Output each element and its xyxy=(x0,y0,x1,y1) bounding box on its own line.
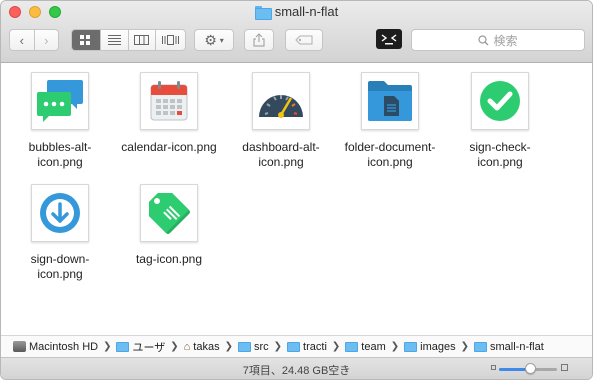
window-title: small-n-flat xyxy=(1,4,592,20)
file-name: sign-down- icon.png xyxy=(30,252,90,281)
window-title-text: small-n-flat xyxy=(274,4,339,19)
cover-flow-view-button[interactable] xyxy=(156,30,185,50)
folder-icon xyxy=(287,341,301,352)
folder-icon xyxy=(254,5,272,20)
file-name: dashboard-alt- icon.png xyxy=(242,140,320,169)
forward-button[interactable]: › xyxy=(35,30,59,50)
status-bar: 7項目、24.48 GB空き xyxy=(1,357,592,379)
file-item[interactable]: sign-check- icon.png xyxy=(444,72,556,170)
down-arrow-circle-icon xyxy=(40,193,80,233)
chevron-right-icon: › xyxy=(44,32,49,48)
path-item[interactable]: ユーザ xyxy=(116,339,165,355)
chevron-down-icon: ▾ xyxy=(219,35,224,45)
icon-size-slider[interactable] xyxy=(491,363,568,374)
path-item[interactable]: images xyxy=(404,341,456,353)
chevron-right-icon: ❯ xyxy=(273,341,283,352)
chevron-right-icon: ❯ xyxy=(103,341,112,352)
view-mode-control xyxy=(71,29,186,51)
chevron-right-icon: ❯ xyxy=(390,341,400,352)
folder-document-icon xyxy=(368,81,412,121)
cover-flow-icon xyxy=(162,35,180,45)
column-view-button[interactable] xyxy=(129,30,157,50)
tags-button[interactable] xyxy=(285,29,323,51)
file-name: bubbles-alt- icon.png xyxy=(28,140,92,169)
file-item[interactable]: folder-document- icon.png xyxy=(334,72,446,170)
large-icon-size-icon xyxy=(561,364,568,371)
nav-buttons: ‹ › xyxy=(9,29,59,51)
finder-window: small-n-flat ‹ › ⚙ ▾ 検索 bubbles-alt- ico… xyxy=(0,0,593,380)
slider-knob[interactable] xyxy=(525,363,537,374)
path-item[interactable]: src xyxy=(237,341,269,353)
share-button[interactable] xyxy=(244,29,274,51)
folder-icon xyxy=(404,341,418,352)
search-placeholder: 検索 xyxy=(493,33,518,48)
chevron-right-icon: ❯ xyxy=(331,341,341,352)
folder-icon xyxy=(345,341,359,352)
chevron-right-icon: ❯ xyxy=(170,341,179,352)
columns-icon xyxy=(134,35,150,45)
path-item[interactable]: ⌂ takas xyxy=(184,341,220,353)
search-field[interactable]: 検索 xyxy=(411,29,585,51)
folder-icon xyxy=(237,341,251,352)
file-thumbnail xyxy=(140,184,198,242)
file-item[interactable]: sign-down- icon.png xyxy=(4,184,116,282)
file-thumbnail xyxy=(471,72,529,130)
file-item[interactable]: calendar-icon.png xyxy=(113,72,225,155)
path-item[interactable]: small-n-flat xyxy=(474,341,544,353)
calendar-icon xyxy=(150,81,188,121)
tag-icon xyxy=(149,193,190,234)
chat-bubbles-icon xyxy=(37,80,83,122)
file-thumbnail xyxy=(140,72,198,130)
check-circle-icon xyxy=(480,81,520,121)
tag-outline-icon xyxy=(295,35,313,45)
share-icon xyxy=(253,33,265,47)
grid-icon xyxy=(80,34,91,45)
list-view-button[interactable] xyxy=(101,30,129,50)
chevron-right-icon: ❯ xyxy=(460,341,469,352)
list-icon xyxy=(107,35,121,45)
file-thumbnail xyxy=(361,72,419,130)
file-name: folder-document- icon.png xyxy=(344,140,436,169)
status-text: 7項目、24.48 GB空き xyxy=(242,364,351,377)
back-button[interactable]: ‹ xyxy=(10,30,35,50)
action-menu-button[interactable]: ⚙ ▾ xyxy=(194,29,234,51)
file-grid: bubbles-alt- icon.png calendar-icon.png … xyxy=(1,64,592,334)
file-thumbnail xyxy=(31,72,89,130)
file-name: sign-check- icon.png xyxy=(469,140,531,169)
folder-icon xyxy=(116,341,130,352)
icon-view-button[interactable] xyxy=(72,30,101,50)
folder-icon xyxy=(474,341,487,352)
path-item[interactable]: tracti xyxy=(287,341,327,353)
file-thumbnail xyxy=(31,184,89,242)
file-item[interactable]: dashboard-alt- icon.png xyxy=(225,72,337,170)
file-item[interactable]: bubbles-alt- icon.png xyxy=(4,72,116,170)
chevron-right-icon: ❯ xyxy=(224,341,233,352)
file-item[interactable]: tag-icon.png xyxy=(113,184,225,267)
hard-drive-icon xyxy=(13,341,26,352)
terminal-icon xyxy=(381,34,397,45)
path-item[interactable]: Macintosh HD xyxy=(13,341,98,353)
gauge-icon xyxy=(259,95,303,118)
gear-icon: ⚙ xyxy=(204,31,217,48)
small-icon-size-icon xyxy=(491,365,496,370)
file-name: tag-icon.png xyxy=(135,252,203,266)
path-item[interactable]: team xyxy=(345,341,386,353)
file-thumbnail xyxy=(252,72,310,130)
path-bar: Macintosh HD ❯ ユーザ ❯ ⌂ takas ❯ src ❯ tra… xyxy=(1,335,592,357)
file-name: calendar-icon.png xyxy=(121,140,217,154)
titlebar: small-n-flat ‹ › ⚙ ▾ 検索 xyxy=(1,1,592,63)
search-icon xyxy=(478,34,489,45)
home-icon: ⌂ xyxy=(183,340,191,353)
terminal-button[interactable] xyxy=(376,29,402,49)
chevron-left-icon: ‹ xyxy=(19,32,24,48)
